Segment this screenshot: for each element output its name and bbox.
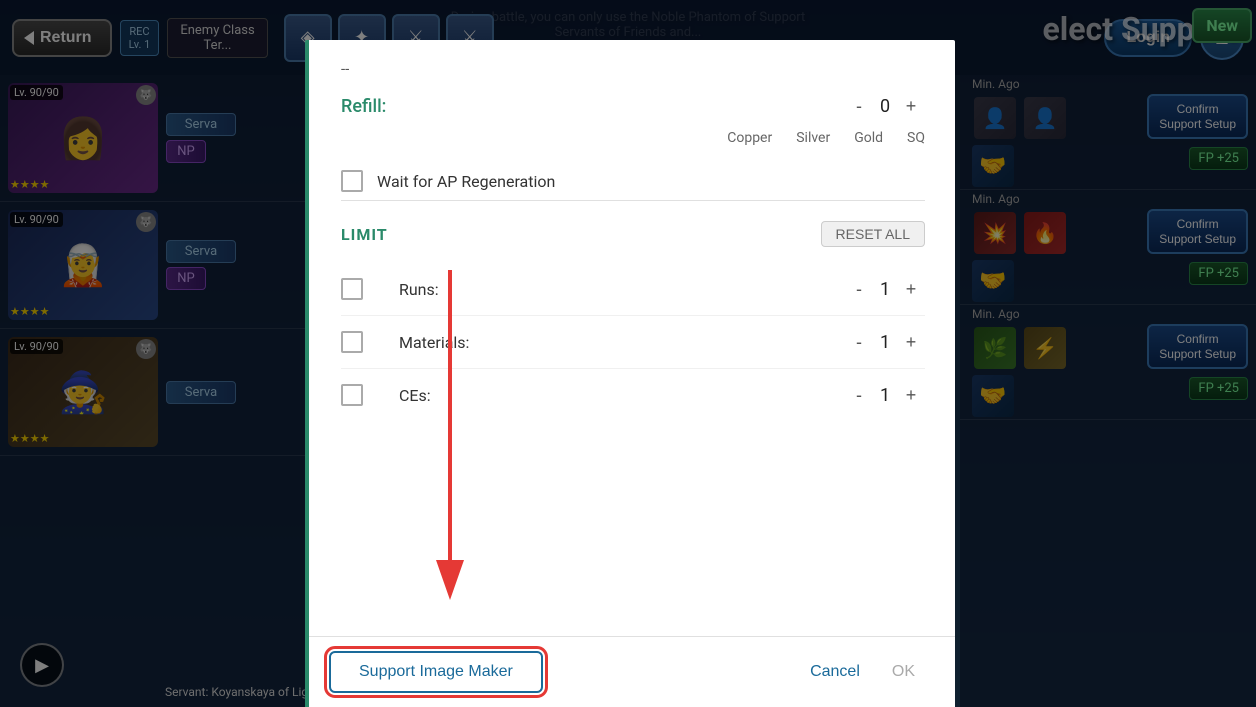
ces-minus-button[interactable]: - [845, 381, 873, 409]
ok-button[interactable]: OK [876, 653, 931, 691]
runs-checkbox[interactable] [341, 278, 363, 300]
limit-label: LIMIT [341, 225, 388, 244]
dialog-left-border [305, 40, 309, 707]
materials-label: Materials: [363, 333, 845, 352]
materials-value: 1 [873, 332, 897, 353]
materials-plus-button[interactable]: + [897, 328, 925, 356]
ces-checkbox[interactable] [341, 384, 363, 406]
materials-row: Materials: - 1 + [341, 316, 925, 369]
ces-value: 1 [873, 385, 897, 406]
limit-section-header: LIMIT RESET ALL [341, 221, 925, 247]
reset-all-button[interactable]: RESET ALL [821, 221, 925, 247]
cancel-button[interactable]: Cancel [794, 653, 876, 691]
support-image-maker-button[interactable]: Support Image Maker [329, 651, 543, 693]
ces-row: CEs: - 1 + [341, 369, 925, 421]
materials-minus-button[interactable]: - [845, 328, 873, 356]
currency-sq: SQ [907, 130, 925, 146]
wait-ap-row: Wait for AP Regeneration [341, 162, 925, 201]
currency-gold: Gold [854, 130, 883, 146]
runs-plus-button[interactable]: + [897, 275, 925, 303]
ces-plus-button[interactable]: + [897, 381, 925, 409]
refill-label: Refill: [341, 96, 406, 117]
runs-minus-button[interactable]: - [845, 275, 873, 303]
refill-row: Refill: - 0 + [341, 92, 925, 120]
dialog-footer: Support Image Maker Cancel OK [305, 636, 955, 707]
refill-value: 0 [873, 96, 897, 117]
runs-row: Runs: - 1 + [341, 263, 925, 316]
dialog-dash-label: -- [341, 60, 925, 78]
wait-ap-label: Wait for AP Regeneration [377, 172, 555, 191]
ces-label: CEs: [363, 386, 845, 405]
currency-silver: Silver [796, 130, 830, 146]
materials-checkbox[interactable] [341, 331, 363, 353]
refill-plus-button[interactable]: + [897, 92, 925, 120]
runs-value: 1 [873, 279, 897, 300]
wait-ap-checkbox[interactable] [341, 170, 363, 192]
dialog-body: -- Refill: - 0 + Copper Silver Gold SQ W… [305, 40, 955, 636]
currency-row: Copper Silver Gold SQ [341, 130, 925, 146]
runs-label: Runs: [363, 280, 845, 299]
dialog: -- Refill: - 0 + Copper Silver Gold SQ W… [305, 40, 955, 707]
currency-copper: Copper [727, 130, 772, 146]
refill-minus-button[interactable]: - [845, 92, 873, 120]
